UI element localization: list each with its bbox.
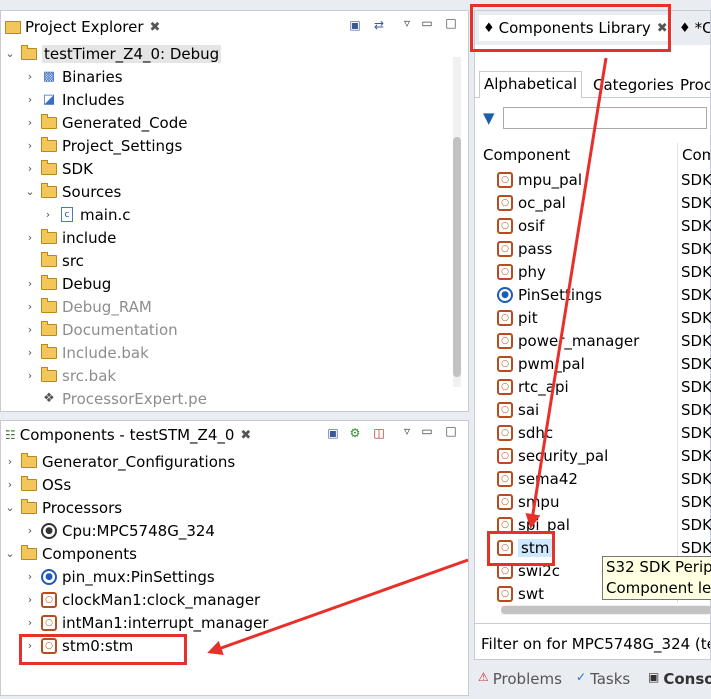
annotation-arrows — [207, 57, 608, 656]
arrow-stm-to-node — [207, 558, 469, 656]
arrow-tab-to-stm — [525, 57, 608, 529]
